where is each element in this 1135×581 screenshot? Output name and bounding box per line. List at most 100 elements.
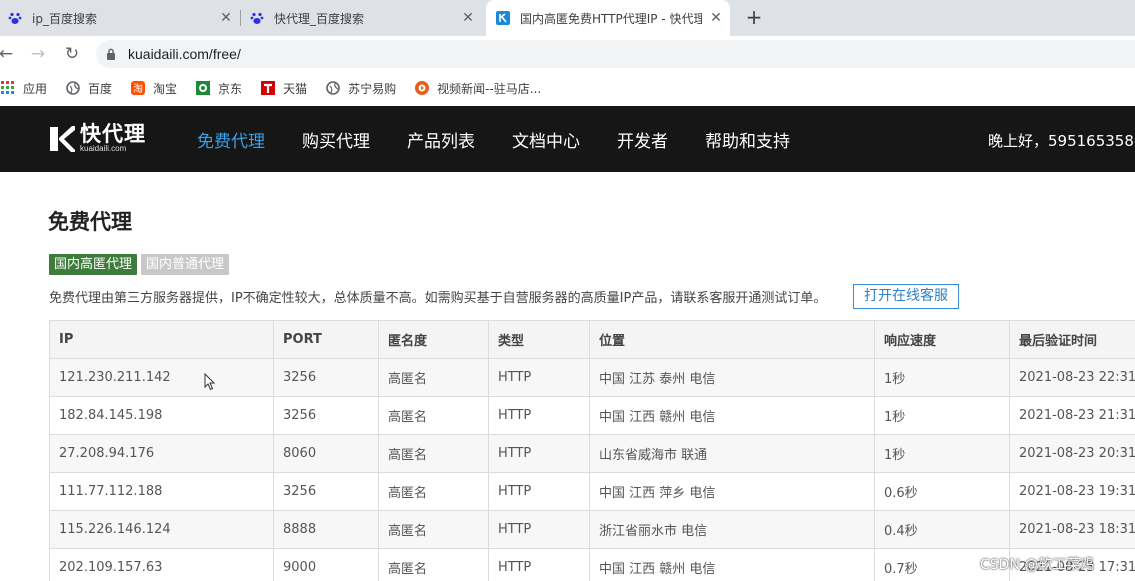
speed-cell: 0.4秒 <box>874 510 1010 549</box>
watermark-text: CSDN @软工菜鸡 <box>980 557 1095 573</box>
reload-button[interactable]: ↻ <box>60 42 84 66</box>
port-cell: 3256 <box>273 472 379 511</box>
speed-cell: 1秒 <box>874 358 1010 397</box>
type-cell: HTTP <box>488 472 590 511</box>
bookmark-taobao[interactable]: 淘 淘宝 <box>130 80 177 97</box>
tab-title: 快代理_百度搜索 <box>274 11 365 26</box>
anonymity-cell: 高匿名 <box>378 472 489 511</box>
taobao-icon: 淘 <box>130 80 146 96</box>
baidu-paw-icon <box>8 12 22 24</box>
location-cell: 中国 江西 萍乡 电信 <box>589 472 875 511</box>
ip-cell: 27.208.94.176 <box>49 434 274 473</box>
tab-domestic-normal[interactable]: 国内普通代理 <box>141 254 230 275</box>
column-header: 匿名度 <box>378 320 489 359</box>
forward-button[interactable]: → <box>26 42 50 66</box>
browser-tab-kuaidaili-search[interactable]: 快代理_百度搜索 ✕ <box>248 0 480 36</box>
verified-time-cell: 2021-08-23 20:31:0 <box>1009 434 1135 473</box>
location-cell: 中国 江西 赣州 电信 <box>589 396 875 435</box>
ip-cell: 182.84.145.198 <box>49 396 274 435</box>
nav-products[interactable]: 产品列表 <box>407 127 475 152</box>
anonymity-cell: 高匿名 <box>378 396 489 435</box>
type-cell: HTTP <box>488 358 590 397</box>
tab-close-icon[interactable]: ✕ <box>708 10 724 26</box>
bookmarks-bar: 应用 百度 淘 淘宝 京东 天猫 苏宁易购 视频新闻--驻马店... <box>0 72 1135 104</box>
ip-cell: 111.77.112.188 <box>49 472 274 511</box>
column-header: 响应速度 <box>874 320 1010 359</box>
notice-text: 免费代理由第三方服务器提供，IP不确定性较大，总体质量不高。如需购买基于自营服务… <box>49 291 827 306</box>
anonymity-cell: 高匿名 <box>378 510 489 549</box>
bookmark-label: 苏宁易购 <box>348 81 397 96</box>
globe-icon <box>325 80 341 96</box>
browser-tab-ip-search[interactable]: ip_百度搜索 ✕ <box>4 0 238 36</box>
ip-cell: 202.109.157.63 <box>49 548 274 581</box>
tab-title: ip_百度搜索 <box>32 11 97 26</box>
table-row: 115.226.146.124 8888 高匿名 HTTP 浙江省丽水市 电信 … <box>49 510 1135 549</box>
column-header: 最后验证时间 <box>1009 320 1135 359</box>
port-cell: 3256 <box>273 358 379 397</box>
type-cell: HTTP <box>488 548 590 581</box>
ip-cell: 115.226.146.124 <box>49 510 274 549</box>
user-greeting[interactable]: 晚上好，595165358@q <box>988 130 1135 151</box>
back-button[interactable]: ← <box>0 42 18 66</box>
speed-cell: 1秒 <box>874 396 1010 435</box>
table-header-row: IP PORT 匿名度 类型 位置 响应速度 最后验证时间 <box>49 320 1135 359</box>
bookmark-apps[interactable]: 应用 <box>0 80 47 97</box>
column-header: PORT <box>273 320 379 359</box>
svg-text:淘: 淘 <box>133 82 143 95</box>
bookmark-label: 淘宝 <box>153 81 178 96</box>
type-cell: HTTP <box>488 396 590 435</box>
nav-free-proxy[interactable]: 免费代理 <box>197 127 265 152</box>
kuaidaili-logo-icon <box>50 126 75 152</box>
url-text: kuaidaili.com/free/ <box>128 46 241 62</box>
nav-buy-proxy[interactable]: 购买代理 <box>302 127 370 152</box>
table-row: 111.77.112.188 3256 高匿名 HTTP 中国 江西 萍乡 电信… <box>49 472 1135 511</box>
bookmark-label: 应用 <box>23 81 48 96</box>
bookmark-label: 京东 <box>218 81 243 96</box>
location-cell: 浙江省丽水市 电信 <box>589 510 875 549</box>
verified-time-cell: 2021-08-23 22:31:0 <box>1009 358 1135 397</box>
address-bar[interactable]: kuaidaili.com/free/ <box>96 40 1135 68</box>
site-logo[interactable]: 快代理 kuaidaili.com <box>48 124 146 154</box>
baidu-paw-icon <box>250 12 264 24</box>
bookmark-label: 天猫 <box>283 81 308 96</box>
ip-cell: 121.230.211.142 <box>49 358 274 397</box>
port-cell: 9000 <box>273 548 379 581</box>
bookmark-baidu[interactable]: 百度 <box>65 80 112 97</box>
bookmark-video-news[interactable]: 视频新闻--驻马店... <box>414 80 541 97</box>
logo-text: 快代理 <box>80 122 146 146</box>
port-cell: 8060 <box>273 434 379 473</box>
verified-time-cell: 2021-08-23 21:31:0 <box>1009 396 1135 435</box>
table-row: 182.84.145.198 3256 高匿名 HTTP 中国 江西 赣州 电信… <box>49 396 1135 435</box>
anonymity-cell: 高匿名 <box>378 434 489 473</box>
location-cell: 中国 江西 赣州 电信 <box>589 548 875 581</box>
open-online-service-button[interactable]: 打开在线客服 <box>853 284 959 309</box>
jd-icon <box>195 80 211 96</box>
apps-grid-icon <box>0 80 16 96</box>
video-news-icon <box>414 80 430 96</box>
new-tab-button[interactable]: + <box>742 6 766 30</box>
location-cell: 山东省威海市 联通 <box>589 434 875 473</box>
bookmark-suning[interactable]: 苏宁易购 <box>325 80 396 97</box>
site-header: 快代理 kuaidaili.com 免费代理 购买代理 产品列表 文档中心 开发… <box>0 106 1135 172</box>
mouse-cursor-icon <box>204 373 216 391</box>
tab-close-icon[interactable]: ✕ <box>460 10 476 26</box>
column-header: IP <box>49 320 274 359</box>
column-header: 类型 <box>488 320 590 359</box>
bookmark-jd[interactable]: 京东 <box>195 80 242 97</box>
nav-help[interactable]: 帮助和支持 <box>705 127 790 152</box>
tmall-icon <box>260 80 276 96</box>
speed-cell: 1秒 <box>874 434 1010 473</box>
browser-tab-kuaidaili-free[interactable]: 国内高匿免费HTTP代理IP - 快代理 ✕ <box>486 0 730 36</box>
tab-domestic-high-anon[interactable]: 国内高匿代理 <box>49 254 138 275</box>
location-cell: 中国 江苏 泰州 电信 <box>589 358 875 397</box>
nav-developers[interactable]: 开发者 <box>617 127 668 152</box>
type-cell: HTTP <box>488 510 590 549</box>
table-row: 202.109.157.63 9000 高匿名 HTTP 中国 江西 赣州 电信… <box>49 548 1135 581</box>
nav-docs[interactable]: 文档中心 <box>512 127 580 152</box>
bookmark-tmall[interactable]: 天猫 <box>260 80 307 97</box>
tab-close-icon[interactable]: ✕ <box>218 10 234 26</box>
anonymity-cell: 高匿名 <box>378 358 489 397</box>
port-cell: 8888 <box>273 510 379 549</box>
anonymity-cell: 高匿名 <box>378 548 489 581</box>
type-cell: HTTP <box>488 434 590 473</box>
